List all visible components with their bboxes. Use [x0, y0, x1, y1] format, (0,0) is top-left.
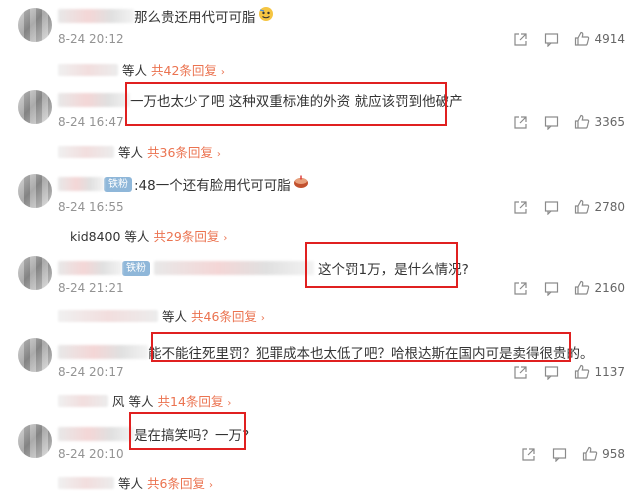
- comment-icon[interactable]: [543, 31, 559, 47]
- reply-summary[interactable]: 等人 共6条回复 ›: [58, 473, 213, 492]
- username-blurred[interactable]: [58, 9, 134, 23]
- avatar[interactable]: [18, 256, 52, 290]
- comment-text: :48一个还有脸用代可可脂: [134, 178, 291, 194]
- share-icon[interactable]: [512, 199, 528, 215]
- emoji-icon: [258, 6, 274, 26]
- reply-summary[interactable]: 风 等人 共14条回复 ›: [58, 391, 231, 410]
- reply-count-link[interactable]: 共36条回复 ›: [147, 142, 221, 161]
- reply-count-link[interactable]: 共46条回复 ›: [191, 306, 265, 325]
- reply-usernames-blurred: [58, 145, 114, 158]
- username-blurred[interactable]: [58, 345, 148, 359]
- reply-summary[interactable]: 等人 共42条回复 ›: [58, 60, 225, 79]
- comment-icon[interactable]: [551, 446, 567, 462]
- reply-users: 等人: [128, 394, 154, 409]
- highlight-box: [305, 242, 458, 288]
- comment-icon[interactable]: [543, 114, 559, 130]
- cake-emoji-icon: [293, 174, 309, 194]
- share-icon[interactable]: [512, 31, 528, 47]
- reply-users: 等人: [162, 309, 188, 324]
- timestamp: 8-24 21:21: [58, 281, 124, 295]
- like-icon[interactable]: [582, 446, 598, 462]
- timestamp: 8-24 20:12: [58, 32, 124, 46]
- like-count: 3365: [594, 115, 625, 129]
- reply-count-link[interactable]: 共14条回复 ›: [158, 391, 232, 410]
- avatar[interactable]: [18, 8, 52, 42]
- ironfan-badge: 铁粉: [104, 176, 132, 192]
- like-count: 1137: [594, 365, 625, 379]
- username-blurred[interactable]: [58, 427, 134, 441]
- share-icon[interactable]: [512, 364, 528, 380]
- chevron-right-icon: ›: [227, 398, 232, 409]
- comment-actions: 3365: [497, 114, 625, 130]
- avatar[interactable]: [18, 90, 52, 124]
- reply-users: 等人: [118, 145, 144, 160]
- avatar[interactable]: [18, 424, 52, 458]
- comment-line: 那么贵还用代可可脂: [58, 6, 274, 26]
- comment-item: 那么贵还用代可可脂 8-24 20:12 4914 等人 共42条回复 ›: [0, 0, 635, 82]
- reply-users: kid8400 等人: [70, 229, 150, 244]
- avatar[interactable]: [18, 338, 52, 372]
- like-count: 958: [602, 447, 625, 461]
- comment-text: 那么贵还用代可可脂: [134, 10, 256, 26]
- comment-item: 是在搞笑吗？一万? 8-24 20:10 958 等人 共6条回复 ›: [0, 410, 635, 492]
- share-icon[interactable]: [512, 114, 528, 130]
- chevron-right-icon: ›: [260, 313, 265, 324]
- reply-users: 等人: [122, 63, 148, 78]
- reply-count-link[interactable]: 共29条回复 ›: [153, 226, 227, 245]
- comment-icon[interactable]: [543, 199, 559, 215]
- like-icon[interactable]: [574, 114, 590, 130]
- reply-usernames-blurred: [58, 476, 114, 489]
- comment-actions: 958: [505, 446, 625, 462]
- reply-usernames-blurred: [58, 309, 158, 322]
- reply-name-fragment: 风: [112, 394, 125, 409]
- highlight-box: [151, 332, 571, 362]
- username-blurred[interactable]: [58, 93, 130, 107]
- reply-usernames-blurred: [58, 63, 118, 76]
- share-icon[interactable]: [520, 446, 536, 462]
- like-count: 4914: [594, 32, 625, 46]
- timestamp: 8-24 16:47: [58, 115, 124, 129]
- reply-count-link[interactable]: 共6条回复 ›: [147, 473, 213, 492]
- reply-usernames-blurred: [58, 394, 108, 407]
- comment-icon[interactable]: [543, 364, 559, 380]
- reply-summary[interactable]: 等人 共36条回复 ›: [58, 142, 221, 161]
- username-blurred[interactable]: [58, 261, 122, 275]
- like-icon[interactable]: [574, 364, 590, 380]
- avatar[interactable]: [18, 174, 52, 208]
- ironfan-badge: 铁粉: [122, 260, 150, 276]
- comment-item: 铁粉 :48一个还有脸用代可可脂 8-24 16:55 2780 kid8400…: [0, 164, 635, 246]
- like-count: 2780: [594, 200, 625, 214]
- like-icon[interactable]: [574, 31, 590, 47]
- comment-actions: 1137: [497, 364, 625, 380]
- username-blurred[interactable]: [58, 177, 104, 191]
- comment-line: 铁粉 :48一个还有脸用代可可脂: [58, 174, 309, 194]
- reply-count-link[interactable]: 共42条回复 ›: [151, 60, 225, 79]
- reply-summary[interactable]: kid8400 等人 共29条回复 ›: [58, 226, 227, 245]
- chevron-right-icon: ›: [220, 67, 225, 78]
- comment-actions: 2160: [497, 280, 625, 296]
- chevron-right-icon: ›: [216, 149, 221, 160]
- highlight-box: [129, 412, 246, 450]
- highlight-box: [125, 82, 447, 126]
- timestamp: 8-24 16:55: [58, 200, 124, 214]
- comment-actions: 2780: [497, 199, 625, 215]
- like-icon[interactable]: [574, 199, 590, 215]
- comment-icon[interactable]: [543, 280, 559, 296]
- reply-users: 等人: [118, 476, 144, 491]
- comment-text-blurred: [154, 261, 314, 275]
- like-icon[interactable]: [574, 280, 590, 296]
- timestamp: 8-24 20:10: [58, 447, 124, 461]
- chevron-right-icon: ›: [223, 233, 228, 244]
- reply-summary[interactable]: 等人 共46条回复 ›: [58, 306, 265, 325]
- chevron-right-icon: ›: [208, 480, 213, 491]
- timestamp: 8-24 20:17: [58, 365, 124, 379]
- comment-actions: 4914: [497, 31, 625, 47]
- like-count: 2160: [594, 281, 625, 295]
- share-icon[interactable]: [512, 280, 528, 296]
